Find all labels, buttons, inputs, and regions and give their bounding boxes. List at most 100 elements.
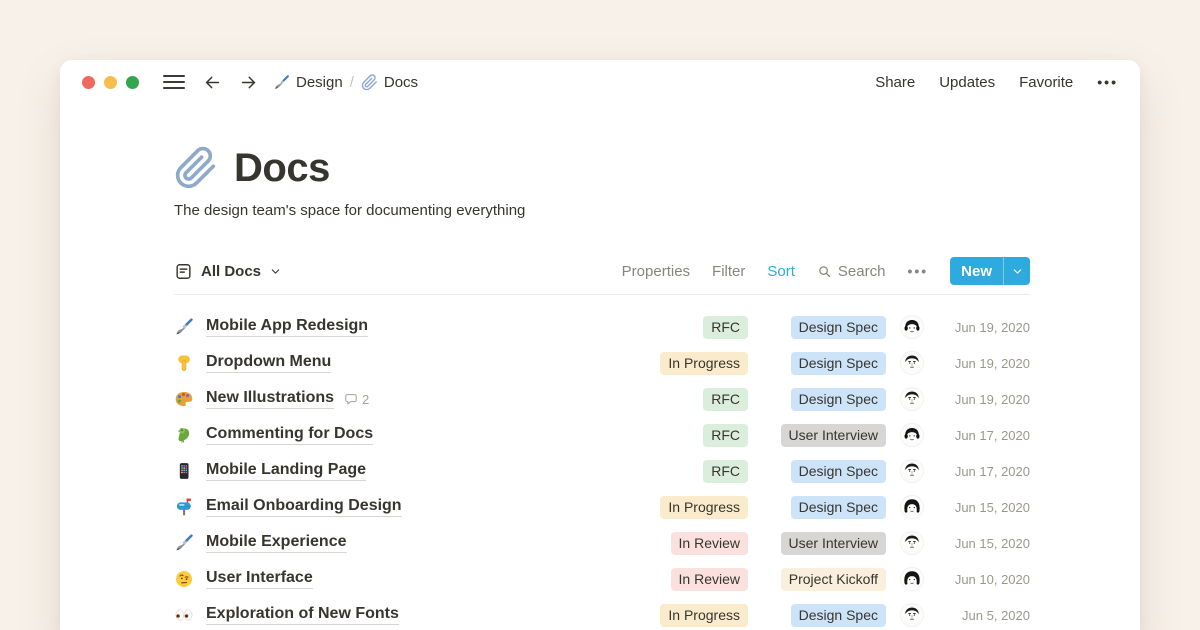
updates-button[interactable]: Updates [939,74,995,91]
table-row[interactable]: User Interface In Review Project Kickoff… [174,561,1030,597]
doc-date: Jun 19, 2020 [938,392,1030,407]
toolbar-more-icon[interactable]: ••• [907,263,928,279]
doc-date: Jun 15, 2020 [938,536,1030,551]
type-tag[interactable]: User Interview [781,532,886,555]
avatar [901,460,923,482]
new-button-label: New [950,257,1003,285]
doc-title[interactable]: Exploration of New Fonts [206,605,399,625]
avatar [901,568,923,590]
doc-icon [174,317,196,337]
doc-date: Jun 15, 2020 [938,500,1030,515]
back-arrow-icon[interactable] [201,71,223,93]
status-tag[interactable]: RFC [703,460,748,483]
type-tag[interactable]: Design Spec [791,604,886,627]
search-icon [817,264,832,279]
breadcrumb-label: Docs [384,74,418,91]
table-row[interactable]: Commenting for Docs RFC User Interview J… [174,417,1030,453]
doc-icon [174,497,196,517]
view-switcher[interactable]: All Docs [174,262,281,281]
doc-icon [174,425,196,445]
sort-button[interactable]: Sort [767,263,795,280]
favorite-button[interactable]: Favorite [1019,74,1073,91]
properties-button[interactable]: Properties [622,263,690,280]
table-row[interactable]: Exploration of New Fonts In Progress Des… [174,597,1030,630]
comment-count: 2 [362,392,369,407]
status-tag[interactable]: In Progress [660,352,748,375]
status-tag[interactable]: In Review [671,532,748,555]
table-row[interactable]: Mobile App Redesign RFC Design Spec Jun … [174,309,1030,345]
search-label: Search [838,263,886,280]
table-row[interactable]: Email Onboarding Design In Progress Desi… [174,489,1030,525]
breadcrumb: Design / Docs [273,74,418,91]
status-tag[interactable]: In Review [671,568,748,591]
status-tag[interactable]: In Progress [660,496,748,519]
doc-icon [174,461,196,481]
doc-title[interactable]: New Illustrations [206,389,334,409]
minimize-window-button[interactable] [104,76,117,89]
doc-icon [174,353,196,373]
traffic-lights [82,76,139,89]
avatar [901,352,923,374]
chevron-down-icon [270,266,281,277]
avatar [901,496,923,518]
doc-title[interactable]: User Interface [206,569,313,589]
sidebar-menu-icon[interactable] [163,71,185,93]
type-tag[interactable]: Design Spec [791,496,886,519]
share-button[interactable]: Share [875,74,915,91]
docs-list-icon [174,262,193,281]
table-row[interactable]: Dropdown Menu In Progress Design Spec Ju… [174,345,1030,381]
doc-date: Jun 17, 2020 [938,464,1030,479]
forward-arrow-icon[interactable] [237,71,259,93]
paperclip-icon [361,74,378,91]
new-button-caret[interactable] [1004,257,1030,285]
doc-date: Jun 10, 2020 [938,572,1030,587]
filter-button[interactable]: Filter [712,263,745,280]
paintbrush-icon [273,74,290,91]
doc-icon [174,533,196,553]
doc-icon [174,389,196,409]
new-button[interactable]: New [950,257,1030,285]
window-topbar: Design / Docs Share Updates Favorite ••• [60,60,1140,104]
breadcrumb-item-docs[interactable]: Docs [361,74,418,91]
avatar [901,316,923,338]
type-tag[interactable]: Project Kickoff [781,568,886,591]
breadcrumb-separator: / [350,74,354,91]
type-tag[interactable]: Design Spec [791,388,886,411]
search-button[interactable]: Search [817,263,886,280]
breadcrumb-label: Design [296,74,343,91]
status-tag[interactable]: RFC [703,424,748,447]
doc-title[interactable]: Commenting for Docs [206,425,373,445]
more-options-icon[interactable]: ••• [1097,74,1118,90]
breadcrumb-item-design[interactable]: Design [273,74,343,91]
type-tag[interactable]: Design Spec [791,316,886,339]
view-switcher-label: All Docs [201,263,261,280]
status-tag[interactable]: RFC [703,388,748,411]
doc-title[interactable]: Mobile Landing Page [206,461,366,481]
avatar [901,604,923,626]
comment-icon [344,392,358,406]
view-toolbar: All Docs Properties Filter Sort Search •… [174,257,1030,295]
app-window: Design / Docs Share Updates Favorite •••… [60,60,1140,630]
doc-date: Jun 17, 2020 [938,428,1030,443]
doc-date: Jun 19, 2020 [938,356,1030,371]
close-window-button[interactable] [82,76,95,89]
type-tag[interactable]: User Interview [781,424,886,447]
status-tag[interactable]: RFC [703,316,748,339]
comment-badge[interactable]: 2 [344,392,369,407]
status-tag[interactable]: In Progress [660,604,748,627]
doc-title[interactable]: Mobile Experience [206,533,347,553]
doc-icon [174,605,196,625]
table-row[interactable]: Mobile Experience In Review User Intervi… [174,525,1030,561]
zoom-window-button[interactable] [126,76,139,89]
doc-title[interactable]: Email Onboarding Design [206,497,402,517]
type-tag[interactable]: Design Spec [791,352,886,375]
avatar [901,388,923,410]
type-tag[interactable]: Design Spec [791,460,886,483]
page-paperclip-icon[interactable] [174,146,218,190]
doc-title[interactable]: Dropdown Menu [206,353,331,373]
table-row[interactable]: Mobile Landing Page RFC Design Spec Jun … [174,453,1030,489]
doc-date: Jun 19, 2020 [938,320,1030,335]
doc-title[interactable]: Mobile App Redesign [206,317,368,337]
avatar [901,532,923,554]
table-row[interactable]: New Illustrations 2 RFC Design Spec Jun … [174,381,1030,417]
